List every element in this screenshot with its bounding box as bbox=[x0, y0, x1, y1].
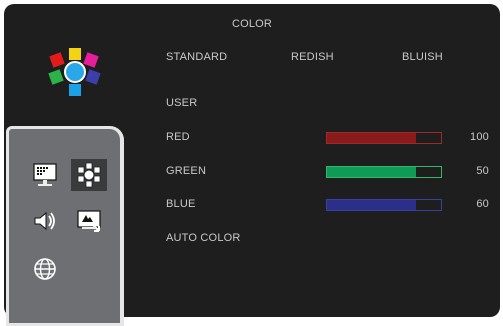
side-item-color[interactable] bbox=[71, 159, 107, 191]
green-slider[interactable] bbox=[326, 166, 442, 178]
red-slider[interactable] bbox=[326, 132, 442, 144]
audio-icon bbox=[34, 211, 55, 231]
side-item-language[interactable] bbox=[27, 253, 63, 285]
side-menu-panel bbox=[6, 126, 124, 326]
mode-standard[interactable]: STANDARD bbox=[166, 51, 227, 63]
green-slider-fill bbox=[327, 167, 416, 177]
user-option[interactable]: USER bbox=[166, 97, 197, 109]
side-item-audio[interactable] bbox=[27, 205, 63, 237]
red-label: RED bbox=[166, 131, 190, 143]
mode-redish[interactable]: REDISH bbox=[291, 51, 334, 63]
image-setup-icon bbox=[77, 210, 101, 232]
mode-bluish[interactable]: BLUISH bbox=[402, 51, 443, 63]
red-value: 100 bbox=[470, 131, 489, 143]
blue-slider[interactable] bbox=[326, 199, 442, 211]
red-slider-fill bbox=[327, 133, 416, 143]
green-label: GREEN bbox=[166, 165, 207, 177]
menu-title: COLOR bbox=[231, 18, 273, 30]
blue-label: BLUE bbox=[166, 198, 196, 210]
side-item-image-setup[interactable] bbox=[71, 205, 107, 237]
picture-icon bbox=[33, 163, 57, 186]
globe-icon bbox=[34, 258, 56, 280]
color-flower-logo bbox=[48, 48, 101, 96]
side-item-picture[interactable] bbox=[27, 159, 63, 191]
blue-value: 60 bbox=[476, 198, 489, 210]
auto-color-option[interactable]: AUTO COLOR bbox=[166, 232, 241, 244]
blue-slider-fill bbox=[327, 200, 416, 210]
color-icon bbox=[77, 162, 101, 188]
green-value: 50 bbox=[476, 165, 489, 177]
